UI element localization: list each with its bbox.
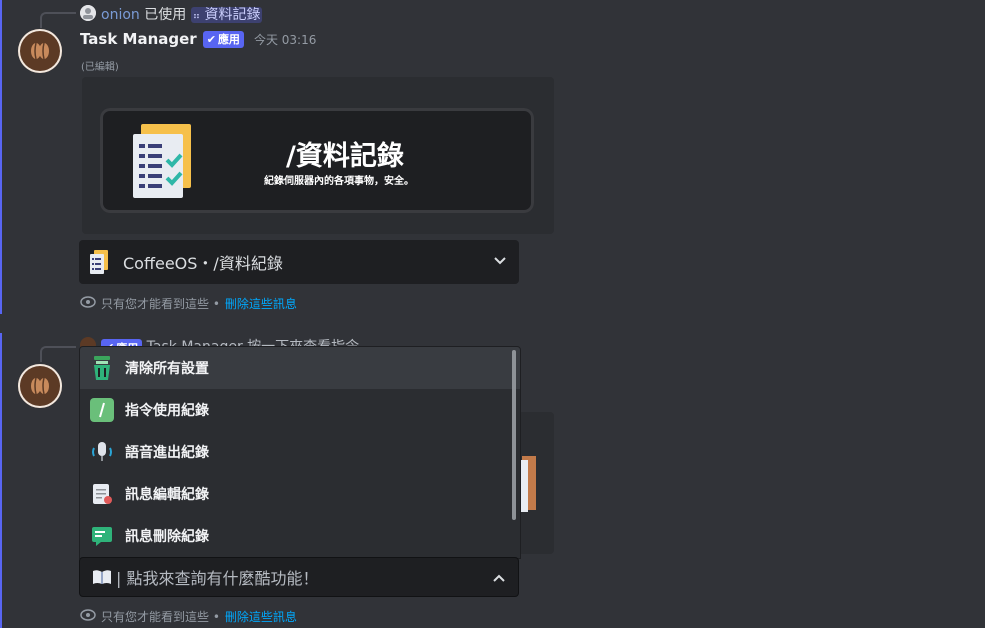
option-delete-log[interactable]: 訊息刪除紀錄 <box>80 515 520 557</box>
trash-can-icon <box>90 356 114 380</box>
timestamp[interactable]: 今天 03:16 <box>254 31 316 48</box>
app-tag-label: 應用 <box>217 33 240 46</box>
ephemeral-text: 只有您才能看到這些 • <box>101 610 220 624</box>
feature-select-menu[interactable]: | 點我來查詢有什麼酷功能！ <box>79 557 519 597</box>
ephemeral-notice: 只有您才能看到這些 • 刪除這些訊息 <box>80 294 297 313</box>
eye-icon <box>80 294 96 313</box>
edit-document-icon <box>90 482 114 506</box>
option-label: 訊息編輯紀錄 <box>125 487 209 503</box>
option-voice-log[interactable]: 語音進出紀錄 <box>80 431 520 473</box>
reply-command-mention[interactable]: ⠶ 資料記錄 <box>190 7 263 23</box>
option-label: 訊息刪除紀錄 <box>125 529 209 545</box>
chevron-up-icon <box>492 571 506 589</box>
delete-message-icon <box>90 524 114 548</box>
chevron-down-icon <box>493 254 507 272</box>
dismiss-messages-link[interactable]: 刪除這些訊息 <box>225 295 297 312</box>
banner-title: /資料記錄 <box>286 141 404 172</box>
checkmark-icon: ✔ <box>206 32 216 46</box>
option-edit-log[interactable]: 訊息編輯紀錄 <box>80 473 520 515</box>
message-header: Task Manager ✔ 應用 今天 03:16 <box>80 30 316 48</box>
app-tag: ✔ 應用 <box>202 30 244 48</box>
ephemeral-notice-2: 只有您才能看到這些 • 刪除這些訊息 <box>80 607 297 626</box>
banner-document-icon <box>133 124 195 202</box>
reply-line-text[interactable]: onion 已使用 ⠶ 資料記錄 <box>101 4 263 24</box>
option-label: 清除所有設置 <box>125 361 209 377</box>
reply-command-name: 資料記錄 <box>204 7 261 23</box>
microphone-icon <box>90 440 114 464</box>
reply-user-avatar[interactable] <box>80 5 96 21</box>
author-avatar[interactable] <box>18 29 62 73</box>
author-avatar-2[interactable] <box>18 364 62 408</box>
banner-image[interactable]: /資料記錄 紀錄伺服器內的各項事物，安全。 <box>82 77 554 234</box>
select-options-menu[interactable]: 清除所有設置 指令使用紀錄 語音進出紀錄 訊息編輯紀錄 訊息刪除紀錄 <box>79 346 521 559</box>
option-clear-settings[interactable]: 清除所有設置 <box>80 347 520 389</box>
option-label: 語音進出紀錄 <box>125 445 209 461</box>
ephemeral-highlight-bar-2 <box>0 333 2 628</box>
slash-command-icon <box>90 398 114 422</box>
coffee-bean-icon <box>31 377 49 395</box>
banner-document-icon-2 <box>518 442 538 516</box>
edited-label: (已編輯) <box>81 62 119 73</box>
slash-command-icon: ⠶ <box>192 11 201 22</box>
dismiss-messages-link[interactable]: 刪除這些訊息 <box>225 608 297 625</box>
reply-used-text: 已使用 <box>144 7 187 23</box>
command-select-menu[interactable]: CoffeeOS・/資料紀錄 <box>79 240 519 284</box>
clipboard-icon <box>89 250 111 274</box>
menu-scrollbar[interactable] <box>512 350 516 520</box>
select-value: CoffeeOS・/資料紀錄 <box>123 254 283 273</box>
option-label: 指令使用紀錄 <box>125 403 209 419</box>
reply-username[interactable]: onion <box>101 7 140 23</box>
author-name[interactable]: Task Manager <box>80 30 197 48</box>
ephemeral-text: 只有您才能看到這些 • <box>101 297 220 311</box>
banner-card: /資料記錄 紀錄伺服器內的各項事物，安全。 <box>100 108 534 213</box>
reply-connector <box>40 12 76 28</box>
coffee-bean-icon <box>31 42 49 60</box>
ephemeral-highlight-bar <box>0 0 2 314</box>
select-placeholder: | 點我來查詢有什麼酷功能！ <box>116 569 319 588</box>
option-command-log[interactable]: 指令使用紀錄 <box>80 389 520 431</box>
banner-subtitle: 紀錄伺服器內的各項事物，安全。 <box>264 176 414 187</box>
reply-connector-2 <box>40 346 76 362</box>
open-book-icon <box>92 569 112 585</box>
eye-icon <box>80 607 96 626</box>
